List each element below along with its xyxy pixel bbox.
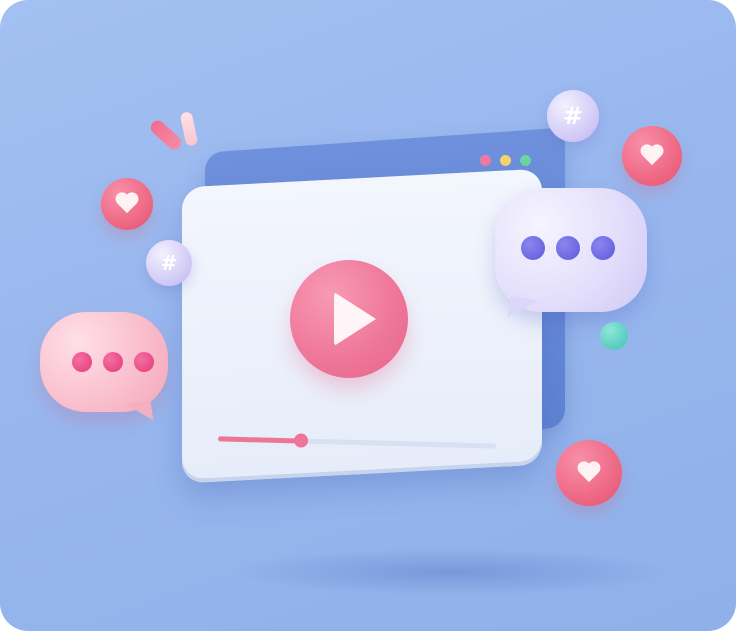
typing-dots xyxy=(72,352,154,372)
heart-icon xyxy=(101,178,153,230)
window-dot xyxy=(480,155,491,166)
heart-shape xyxy=(577,462,601,484)
hashtag-icon: # xyxy=(146,240,192,286)
window-dot xyxy=(520,155,531,166)
heart-icon xyxy=(622,126,682,186)
typing-dot xyxy=(556,236,580,260)
sparkle-shape xyxy=(179,111,199,147)
heart-shape xyxy=(115,193,139,215)
typing-dot xyxy=(103,352,123,372)
bubble-tail xyxy=(124,400,154,424)
heart-shape xyxy=(640,145,664,167)
bubble-tail xyxy=(507,295,539,323)
decorative-orb xyxy=(600,322,628,350)
chat-bubble-icon xyxy=(495,188,647,323)
hash-symbol: # xyxy=(562,102,584,130)
window-dot xyxy=(500,155,511,166)
typing-dot xyxy=(72,352,92,372)
typing-dot xyxy=(521,236,545,260)
floor-shadow xyxy=(230,548,670,596)
heart-icon xyxy=(556,440,622,506)
typing-dot xyxy=(591,236,615,260)
typing-dot xyxy=(134,352,154,372)
hashtag-icon: # xyxy=(547,90,599,142)
play-icon xyxy=(334,292,376,346)
window-controls xyxy=(480,155,531,166)
illustration-card: # # xyxy=(0,0,736,631)
typing-dots xyxy=(521,236,615,260)
play-button[interactable] xyxy=(290,260,408,378)
hash-symbol: # xyxy=(160,251,178,275)
sparkle-shape xyxy=(147,117,185,153)
chat-bubble-icon xyxy=(40,312,168,424)
